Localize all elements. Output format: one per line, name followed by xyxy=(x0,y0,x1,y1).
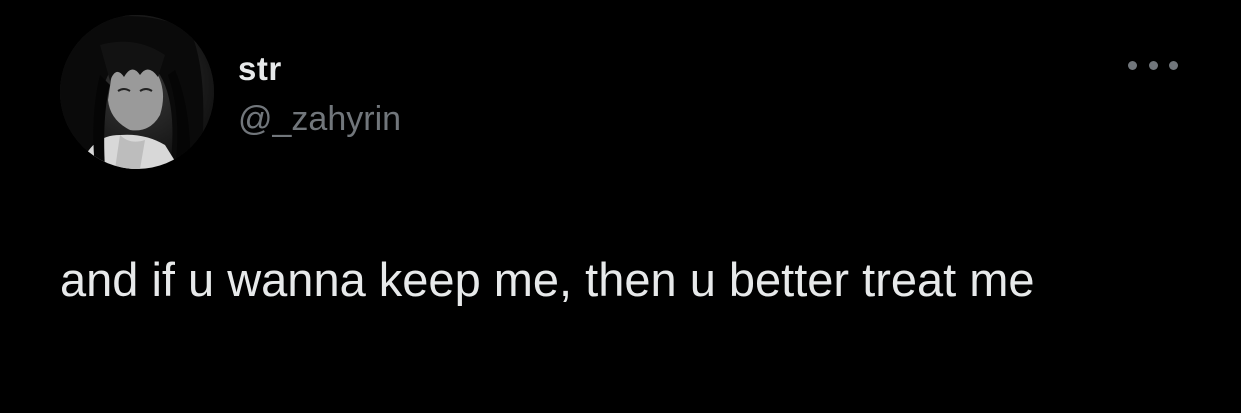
more-horizontal-icon[interactable] xyxy=(1128,52,1178,78)
more-dot xyxy=(1169,60,1178,70)
more-dot xyxy=(1128,60,1137,70)
more-dot xyxy=(1148,60,1158,70)
avatar[interactable] xyxy=(60,15,214,169)
avatar-image xyxy=(60,15,214,169)
display-name[interactable]: str xyxy=(238,50,282,88)
tweet-text: and if u wanna keep me, then u better tr… xyxy=(60,253,1035,306)
user-handle[interactable]: @_zahyrin xyxy=(238,100,401,139)
tweet-card: str @_zahyrin and if u wanna keep me, th… xyxy=(0,0,1241,413)
